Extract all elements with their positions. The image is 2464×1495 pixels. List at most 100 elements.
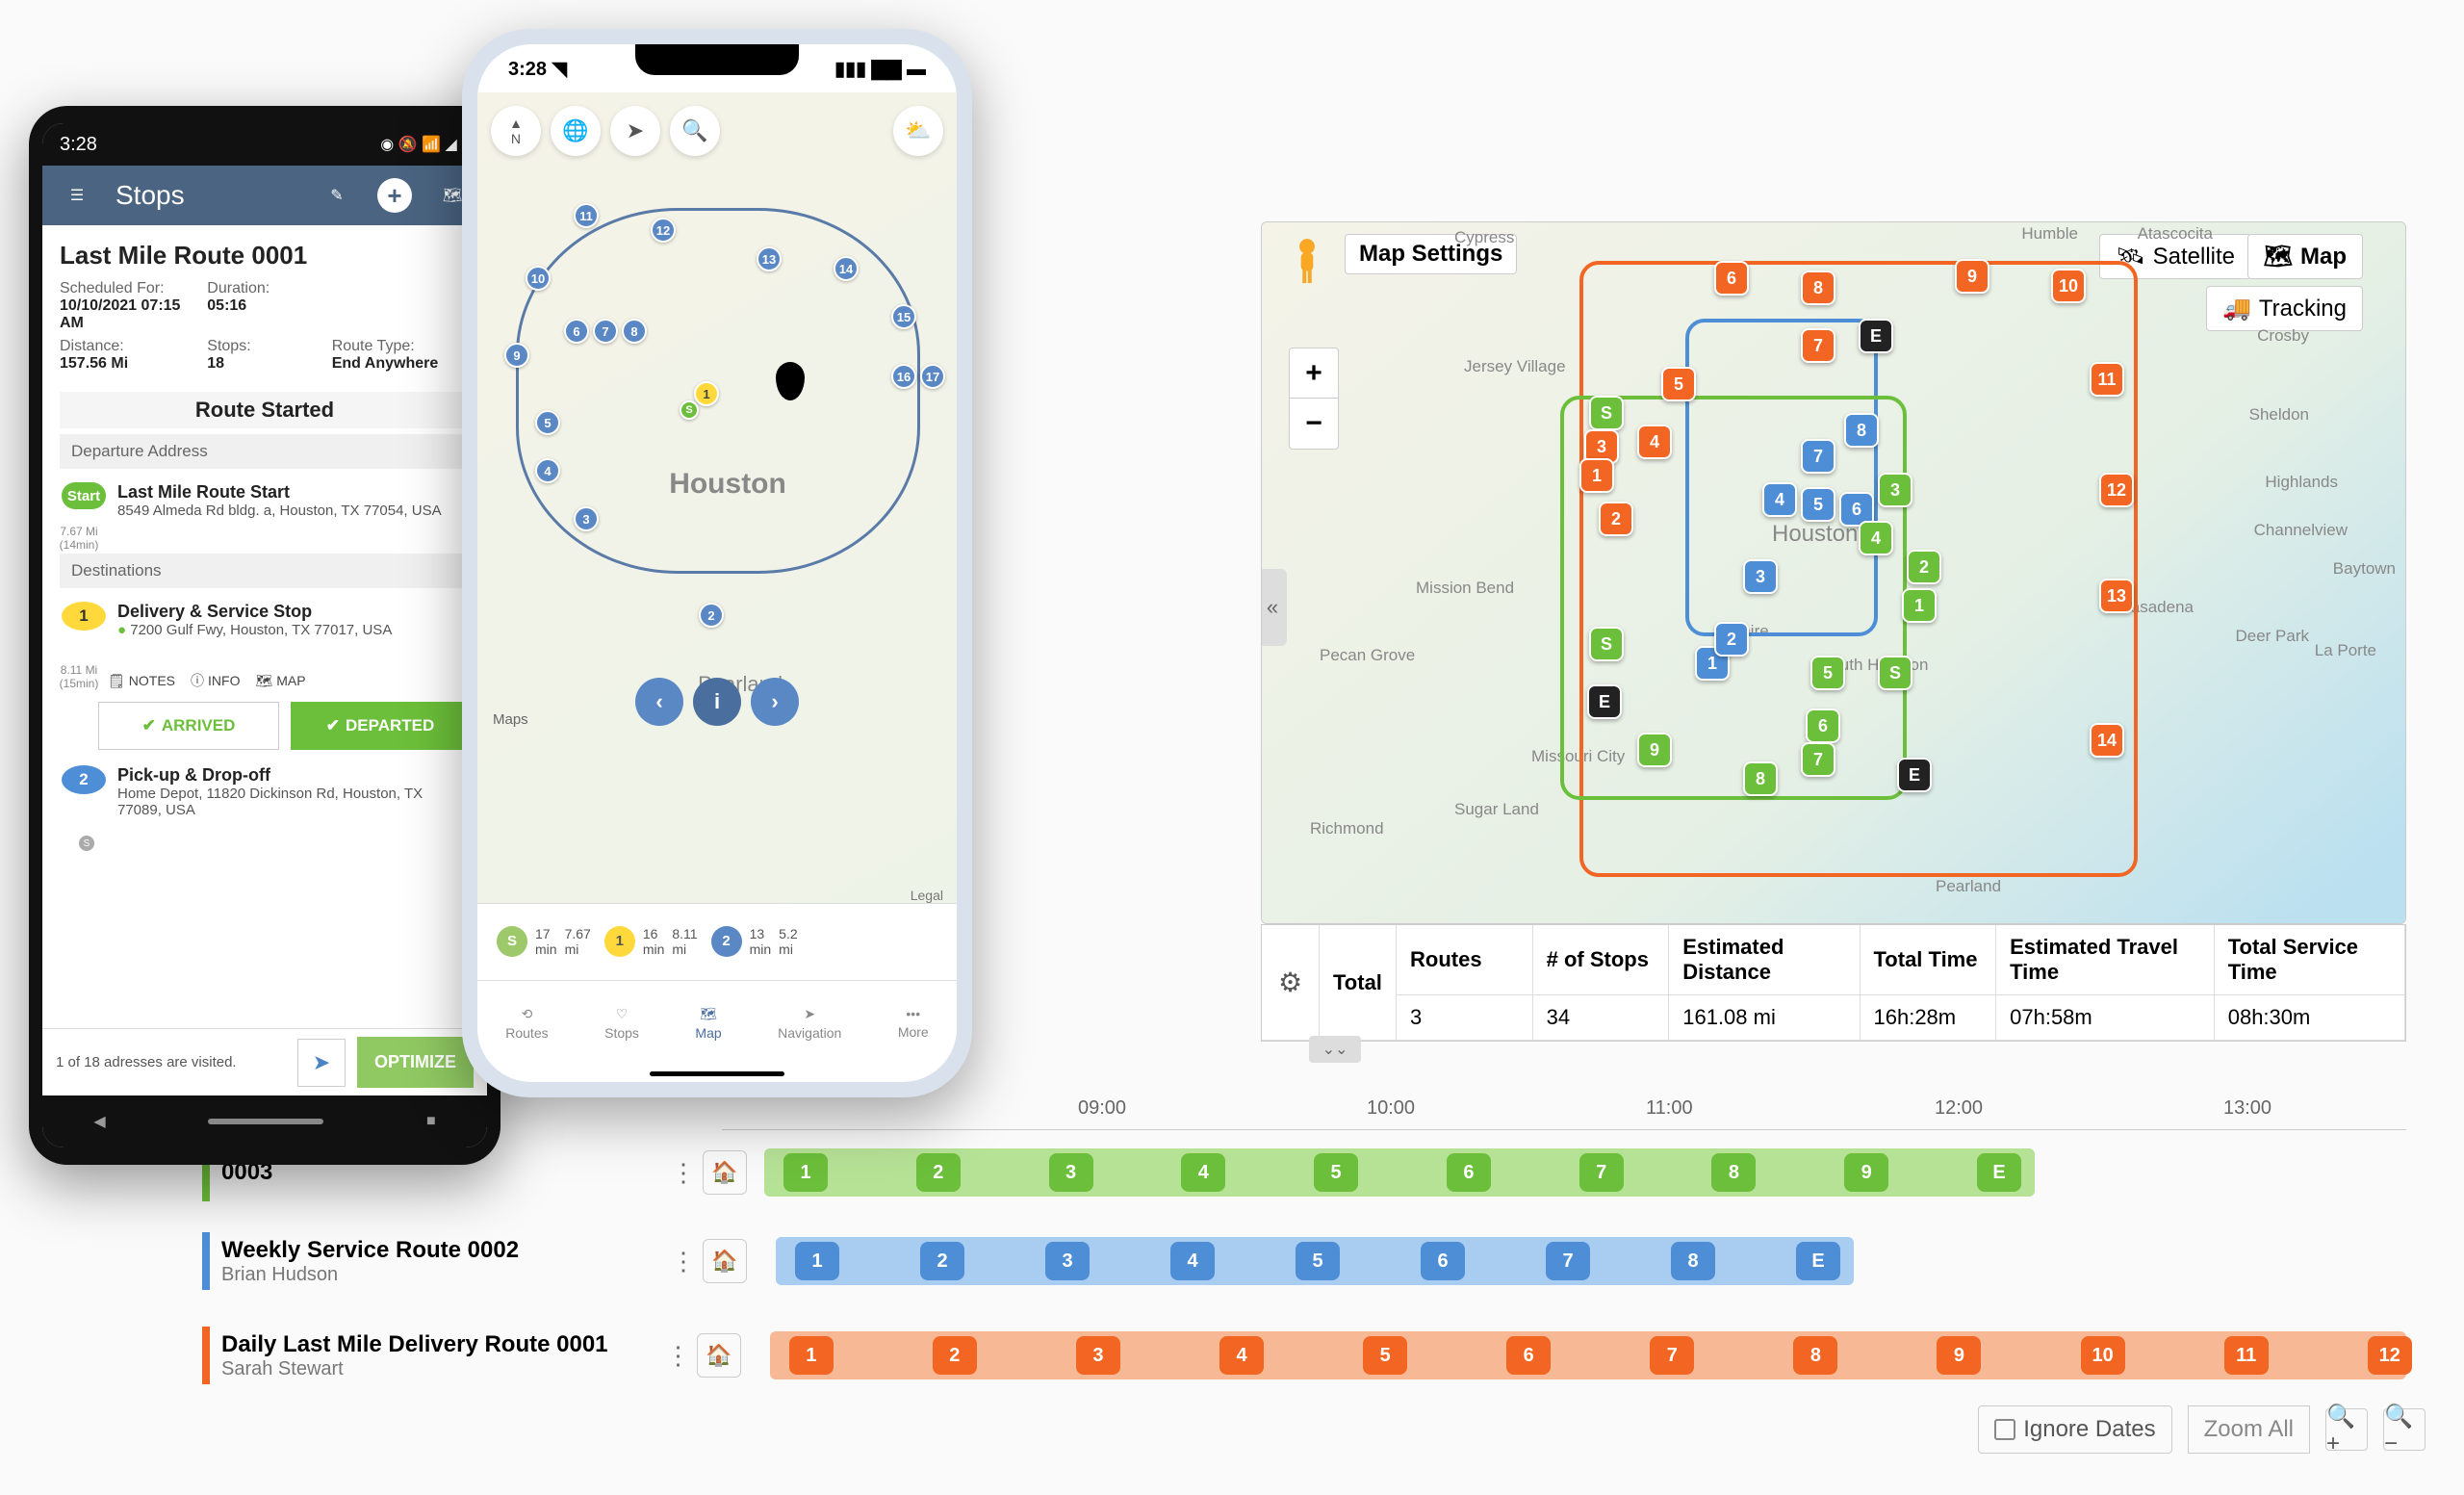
blue-pin[interactable]: 7 — [1801, 439, 1835, 474]
orange-pin[interactable]: 7 — [1801, 328, 1835, 363]
next-stop-button[interactable]: › — [751, 678, 799, 726]
gantt-stop-pin[interactable]: 5 — [1363, 1336, 1407, 1375]
stop-1[interactable]: 1 Delivery & Service Stop ● 7200 Gulf Fw… — [60, 596, 470, 644]
search-icon[interactable]: 🔍 — [670, 106, 720, 156]
gantt-stop-pin[interactable]: 8 — [1711, 1153, 1756, 1192]
route-row-3[interactable]: Daily Last Mile Delivery Route 0001Sarah… — [192, 1319, 2406, 1392]
gantt-stop-pin[interactable]: 12 — [2368, 1336, 2412, 1375]
start-stop[interactable]: Start Last Mile Route Start 8549 Almeda … — [60, 477, 470, 525]
dashboard-map[interactable]: Map Settings 🛰Satellite 🗺Map 🚚Tracking +… — [1261, 221, 2406, 924]
map-stop-pin-1[interactable]: 1 — [694, 381, 719, 406]
blue-pin[interactable]: 4 — [1762, 482, 1797, 517]
arrived-button[interactable]: ✔ ARRIVED — [98, 702, 279, 750]
menu-icon[interactable]: ☰ — [58, 176, 96, 215]
map-view-button[interactable]: 🗺Map — [2247, 234, 2363, 279]
green-pin[interactable]: 6 — [1806, 709, 1840, 743]
map-stop-pin[interactable]: 10 — [526, 266, 551, 291]
route-home-button[interactable]: 🏠 — [703, 1239, 747, 1283]
stops-strip[interactable]: S17min7.67mi 116min8.11mi 213min5.2mi — [477, 903, 957, 978]
gantt-stop-pin[interactable]: 1 — [789, 1336, 834, 1375]
gantt-stop-pin[interactable]: 2 — [916, 1153, 961, 1192]
gantt-stop-pin[interactable]: 9 — [1844, 1153, 1888, 1192]
home-indicator[interactable] — [650, 1071, 784, 1076]
green-pin[interactable]: 2 — [1907, 550, 1941, 584]
gantt-stop-pin[interactable]: 5 — [1296, 1242, 1340, 1280]
map-start-pin[interactable]: S — [680, 400, 699, 420]
orange-pin[interactable]: 12 — [2099, 473, 2134, 507]
map-stop-pin[interactable]: 3 — [574, 506, 599, 531]
strip-1[interactable]: 1 — [604, 926, 635, 957]
route-gantt-1[interactable]: 123456789E — [764, 1148, 2035, 1197]
map-stop-pin[interactable]: 4 — [535, 458, 560, 483]
zoom-in-button[interactable]: 🔍+ — [2325, 1408, 2368, 1451]
route-end-pin3[interactable]: E — [1897, 758, 1932, 792]
map-stop-pin[interactable]: 15 — [891, 304, 916, 329]
gantt-stop-pin[interactable]: 1 — [795, 1242, 839, 1280]
gantt-stop-pin[interactable]: 7 — [1650, 1336, 1694, 1375]
route-home-button[interactable]: 🏠 — [697, 1333, 741, 1378]
tracking-button[interactable]: 🚚Tracking — [2206, 286, 2363, 331]
gantt-stop-pin[interactable]: 10 — [2081, 1336, 2125, 1375]
route-row-1[interactable]: 0003 ⋮ 🏠 123456789E — [192, 1136, 2406, 1209]
orange-pin[interactable]: 2 — [1599, 502, 1633, 536]
green-start-pin2[interactable]: S — [1589, 627, 1624, 661]
orange-pin[interactable]: 6 — [1714, 261, 1749, 296]
map-stop-pin[interactable]: 11 — [574, 203, 599, 228]
green-pin[interactable]: 1 — [1902, 588, 1937, 623]
gantt-stop-pin[interactable]: 6 — [1506, 1336, 1551, 1375]
orange-pin[interactable]: 14 — [2090, 723, 2124, 758]
gantt-stop-pin[interactable]: 4 — [1181, 1153, 1225, 1192]
iphone-map[interactable]: ▲N 🌐 ➤ 🔍 ⛅ Houston Pearland 12 11 10 9 6… — [477, 92, 957, 909]
orange-pin[interactable]: 13 — [2099, 579, 2134, 613]
route-end-pin[interactable]: E — [1859, 319, 1893, 353]
map-stop-pin[interactable]: 2 — [699, 603, 724, 628]
gantt-stop-pin[interactable]: 11 — [2224, 1336, 2269, 1375]
gantt-stop-pin[interactable]: 2 — [933, 1336, 977, 1375]
gantt-stop-pin[interactable]: E — [1796, 1242, 1840, 1280]
map-stop-pin[interactable]: 6 — [564, 319, 589, 344]
totals-settings-icon[interactable]: ⚙ — [1262, 925, 1320, 1041]
orange-pin[interactable]: 10 — [2051, 269, 2086, 303]
map-stop-pin[interactable]: 17 — [920, 364, 945, 389]
orange-pin[interactable]: 11 — [2090, 362, 2124, 397]
gantt-stop-pin[interactable]: 4 — [1219, 1336, 1264, 1375]
map-stop-pin[interactable]: 9 — [504, 343, 529, 368]
gantt-stop-pin[interactable]: 3 — [1045, 1242, 1090, 1280]
green-start-pin[interactable]: S — [1589, 396, 1624, 430]
green-pin[interactable]: 3 — [1878, 473, 1912, 507]
gantt-stop-pin[interactable]: 3 — [1049, 1153, 1093, 1192]
gantt-stop-pin[interactable]: 9 — [1937, 1336, 1981, 1375]
zoom-all-button[interactable]: Zoom All — [2188, 1405, 2310, 1454]
location-icon[interactable]: ➤ — [610, 106, 660, 156]
departed-button[interactable]: ✔ DEPARTED — [291, 702, 470, 750]
gantt-stop-pin[interactable]: 8 — [1671, 1242, 1715, 1280]
orange-pin[interactable]: 8 — [1801, 271, 1835, 305]
home-pill[interactable] — [208, 1119, 323, 1124]
zoom-out-button[interactable]: − — [1290, 399, 1338, 449]
map-stop-pin[interactable]: 12 — [651, 218, 676, 243]
tab-stops[interactable]: ♡Stops — [604, 1006, 639, 1041]
route-menu-button[interactable]: ⋮ — [664, 1247, 703, 1276]
gantt-stop-pin[interactable]: 7 — [1579, 1153, 1624, 1192]
green-start-pin3[interactable]: S — [1878, 656, 1912, 690]
gantt-stop-pin[interactable]: 3 — [1076, 1336, 1120, 1375]
gantt-stop-pin[interactable]: 6 — [1421, 1242, 1465, 1280]
gantt-stop-pin[interactable]: 8 — [1793, 1336, 1837, 1375]
blue-pin[interactable]: 5 — [1801, 487, 1835, 522]
route-end-pin2[interactable]: E — [1587, 684, 1622, 719]
green-pin[interactable]: 5 — [1810, 656, 1845, 690]
blue-pin[interactable]: 3 — [1743, 559, 1778, 594]
green-pin[interactable]: 4 — [1859, 521, 1893, 555]
add-button[interactable]: + — [375, 176, 414, 215]
navigate-button[interactable]: ➤ — [297, 1039, 346, 1087]
gantt-stop-pin[interactable]: 2 — [920, 1242, 964, 1280]
zoom-in-button[interactable]: + — [1290, 348, 1338, 399]
notes-button[interactable]: 🗒NOTES — [108, 673, 175, 689]
expand-totals-button[interactable]: ⌄⌄ — [1309, 1036, 1361, 1063]
route-menu-button[interactable]: ⋮ — [664, 1158, 703, 1188]
gantt-stop-pin[interactable]: 5 — [1314, 1153, 1358, 1192]
strip-2[interactable]: 2 — [711, 926, 742, 957]
orange-pin[interactable]: 4 — [1637, 425, 1672, 459]
optimize-button[interactable]: OPTIMIZE — [357, 1037, 474, 1088]
strip-s[interactable]: S — [497, 926, 527, 957]
